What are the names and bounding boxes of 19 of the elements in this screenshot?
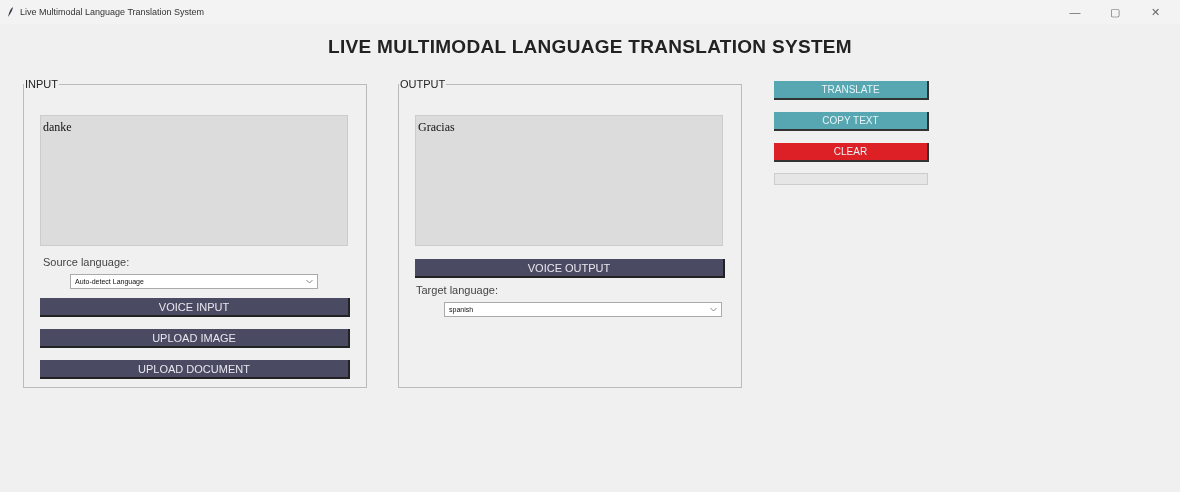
voice-output-button[interactable]: VOICE OUTPUT [415,259,725,278]
output-text-area[interactable]: Gracias [415,115,723,246]
panel-label: INPUT [24,78,59,90]
input-text-area[interactable]: danke [40,115,348,246]
upload-image-button[interactable]: UPLOAD IMAGE [40,329,350,348]
caret-icon [710,307,717,312]
minimize-button[interactable]: — [1058,6,1092,18]
panel-label: OUTPUT [399,78,447,90]
field-label: Source language: [43,256,131,268]
close-button[interactable]: ✕ [1138,5,1172,19]
caret-icon [306,279,313,284]
app-heading: LIVE MULTIMODAL LANGUAGE TRANSLATION SYSTEM [327,36,853,58]
clear-button[interactable]: CLEAR [774,143,929,162]
upload-document-button[interactable]: UPLOAD DOCUMENT [40,360,350,379]
field-label: Target language: [416,284,499,296]
window-title: Live Multimodal Language Translation System [20,7,206,17]
voice-input-button[interactable]: VOICE INPUT [40,298,350,317]
maximize-button[interactable]: ▢ [1098,5,1132,19]
feather-icon [8,7,14,17]
